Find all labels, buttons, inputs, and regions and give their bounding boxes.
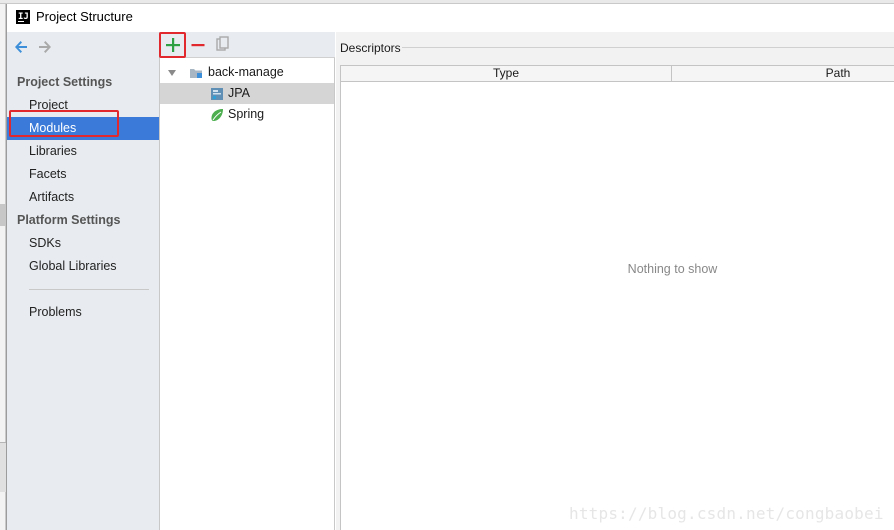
arrow-right-icon[interactable] <box>37 39 53 55</box>
descriptors-label: Descriptors <box>340 41 401 55</box>
arrow-left-icon[interactable] <box>13 39 29 55</box>
copy-icon[interactable] <box>212 35 232 55</box>
column-header-path[interactable]: Path <box>672 66 894 82</box>
intellij-icon: IJ <box>16 10 30 24</box>
minus-icon[interactable] <box>188 35 208 55</box>
tree-node-label: Spring <box>228 107 265 121</box>
settings-nav: Project Settings Project Modules Librari… <box>7 32 160 530</box>
tree-node-spring[interactable]: Spring <box>160 104 334 125</box>
nav-divider <box>29 289 149 290</box>
nav-item-global-libraries[interactable]: Global Libraries <box>7 255 159 278</box>
tree-toolbar <box>159 32 335 58</box>
module-tree-panel: back-manage JPA Spring <box>159 32 335 530</box>
column-header-type[interactable]: Type <box>341 66 671 82</box>
highlight-box-modules <box>9 110 119 137</box>
nav-item-facets[interactable]: Facets <box>7 163 159 186</box>
section-project-settings: Project Settings <box>17 75 113 89</box>
tree-node-label: JPA <box>228 86 250 100</box>
window-title: Project Structure <box>36 9 133 24</box>
tree-node-back-manage[interactable]: back-manage <box>160 62 334 83</box>
nav-item-artifacts[interactable]: Artifacts <box>7 186 159 209</box>
module-folder-icon <box>190 69 202 78</box>
nav-item-problems[interactable]: Problems <box>7 301 159 324</box>
nav-item-libraries[interactable]: Libraries <box>7 140 159 163</box>
descriptors-table[interactable]: Type Path Nothing to show <box>340 65 894 530</box>
spring-leaf-icon <box>211 109 223 121</box>
table-header: Type Path <box>341 66 894 82</box>
details-panel: Descriptors Type Path Nothing to show ht… <box>336 32 894 530</box>
tree-node-jpa[interactable]: JPA <box>160 83 334 104</box>
highlight-box-add <box>159 32 186 58</box>
nav-item-sdks[interactable]: SDKs <box>7 232 159 255</box>
expand-triangle-icon[interactable] <box>167 68 177 78</box>
tree-node-label: back-manage <box>208 65 284 79</box>
section-separator <box>402 47 894 48</box>
section-platform-settings: Platform Settings <box>17 213 121 227</box>
project-structure-dialog: IJ Project Structure Project Settings Pr… <box>6 4 894 530</box>
jpa-icon <box>211 88 223 100</box>
empty-state-text: Nothing to show <box>627 262 718 276</box>
watermark-text: https://blog.csdn.net/congbaobei <box>569 504 884 523</box>
title-bar[interactable]: IJ Project Structure <box>7 4 894 32</box>
